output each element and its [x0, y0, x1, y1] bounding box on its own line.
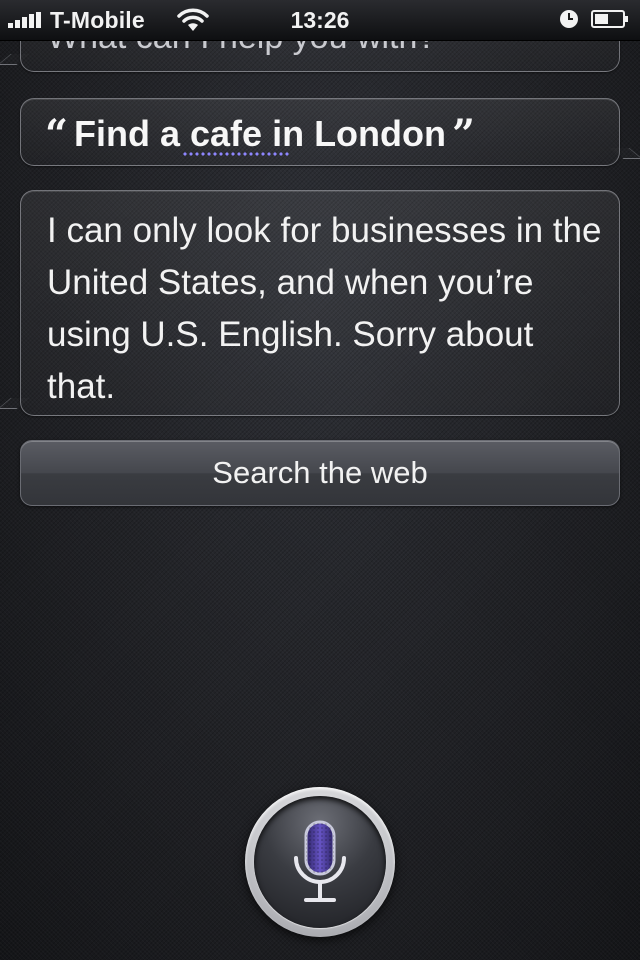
siri-answer-bubble: I can only look for businesses in the Un… [20, 190, 620, 416]
user-query-bubble[interactable]: “Find a cafe in London” [20, 98, 620, 166]
status-bar: T-Mobile 13:26 [0, 0, 640, 41]
search-web-button[interactable]: Search the web [20, 440, 620, 506]
close-quote: ” [452, 111, 476, 158]
dictation-alternatives-underline[interactable] [182, 151, 290, 157]
siri-mic-button[interactable] [245, 787, 395, 937]
status-time: 13:26 [290, 7, 350, 33]
battery-icon [591, 10, 628, 28]
open-quote: “ [45, 111, 69, 158]
user-query-text: Find a cafe in London [74, 113, 447, 154]
alarm-clock-icon [560, 10, 578, 28]
mic-ring [254, 796, 386, 928]
siri-answer-text: I can only look for businesses in the Un… [47, 211, 602, 406]
microphone-icon [294, 820, 346, 902]
